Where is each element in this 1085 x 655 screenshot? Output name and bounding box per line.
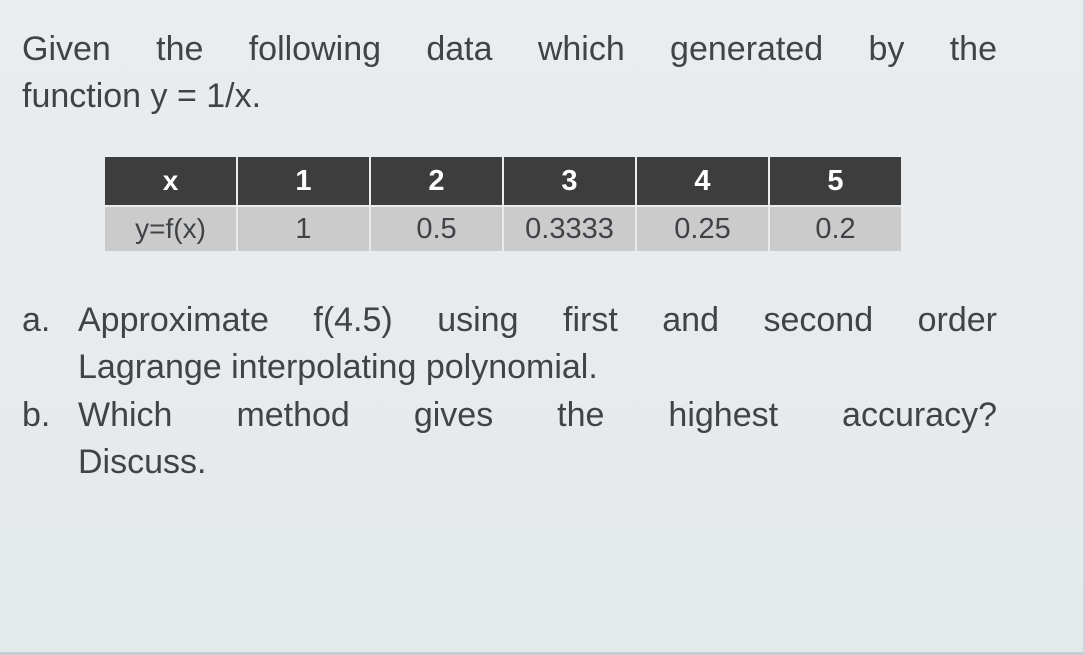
intro-paragraph: Given the following data which generated…	[22, 26, 997, 120]
intro-line-2: function y = 1/x.	[22, 77, 262, 115]
question-b-line-2: Discuss.	[78, 443, 207, 481]
question-b-line-1: Which method gives the highest accuracy?	[78, 396, 997, 434]
question-marker-b: b.	[22, 396, 51, 434]
header-cell-x5: 5	[770, 157, 901, 205]
header-cell-x3: 3	[504, 157, 635, 205]
data-table-container: x 1 2 3 4 5 y=f(x) 1 0.5 0.3333 0.25 0.2	[103, 155, 903, 253]
question-list: a. Approximate f(4.5) using first and se…	[22, 297, 997, 486]
header-cell-x: x	[105, 157, 236, 205]
body-cell-y4: 0.25	[637, 207, 768, 251]
body-cell-y1: 1	[238, 207, 369, 251]
question-item-a: a. Approximate f(4.5) using first and se…	[22, 297, 997, 391]
header-cell-x4: 4	[637, 157, 768, 205]
question-text-a: Approximate f(4.5) using first and secon…	[78, 297, 997, 391]
table-row: y=f(x) 1 0.5 0.3333 0.25 0.2	[105, 207, 901, 251]
question-item-b: b. Which method gives the highest accura…	[22, 392, 997, 486]
question-marker-a: a.	[22, 301, 51, 339]
question-a-line-1: Approximate f(4.5) using first and secon…	[78, 301, 997, 339]
page-background: Given the following data which generated…	[0, 0, 1085, 655]
header-cell-x1: 1	[238, 157, 369, 205]
body-cell-y5: 0.2	[770, 207, 901, 251]
table-header: x 1 2 3 4 5	[105, 157, 901, 205]
body-cell-y2: 0.5	[371, 207, 502, 251]
question-a-line-2: Lagrange interpolating polynomial.	[78, 348, 598, 386]
document-content: Given the following data which generated…	[22, 26, 997, 486]
body-cell-label: y=f(x)	[105, 207, 236, 251]
table-body: y=f(x) 1 0.5 0.3333 0.25 0.2	[105, 207, 901, 251]
intro-line-1: Given the following data which generated…	[22, 30, 997, 68]
header-cell-x2: 2	[371, 157, 502, 205]
body-cell-y3: 0.3333	[504, 207, 635, 251]
data-table: x 1 2 3 4 5 y=f(x) 1 0.5 0.3333 0.25 0.2	[103, 155, 903, 253]
table-row: x 1 2 3 4 5	[105, 157, 901, 205]
question-text-b: Which method gives the highest accuracy?…	[78, 392, 997, 486]
